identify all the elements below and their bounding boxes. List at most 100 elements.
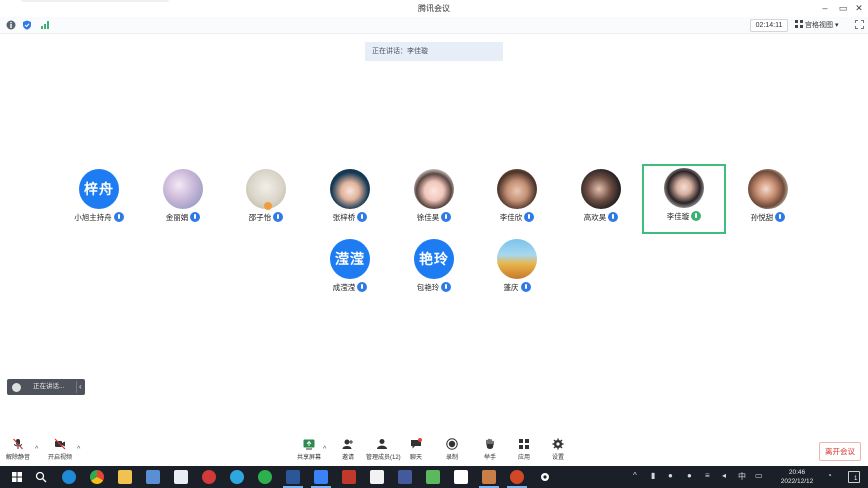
clock-date: 2022/12/12 — [780, 478, 814, 485]
participant-tile[interactable]: 滢滢 成滢滢 — [308, 236, 392, 306]
ime-indicator[interactable]: 中 — [738, 471, 746, 482]
settings-label: 设置 — [551, 455, 564, 461]
info-icon[interactable] — [6, 20, 16, 30]
participant-tile[interactable]: 徐佳昊 — [392, 166, 476, 236]
system-clock[interactable]: 20:46 2022/12/12 — [774, 468, 820, 486]
apps-grid-icon — [519, 439, 529, 449]
participant-tile[interactable]: 金丽娟 — [141, 166, 225, 236]
microphone-icon[interactable] — [273, 212, 284, 222]
browser-app-icon[interactable] — [454, 470, 468, 484]
wechat-tray-icon[interactable]: ● — [668, 471, 673, 480]
microphone-icon[interactable] — [441, 212, 452, 222]
participant-tile[interactable]: 梓舟 小旭主持舟 — [57, 166, 141, 236]
mute-label: 解除静音 — [5, 455, 30, 461]
edge-browser-icon[interactable] — [62, 470, 76, 484]
share-screen-button[interactable]: 共享屏幕 — [293, 438, 325, 464]
title-bar: 腾讯会议 – ▭ ✕ — [0, 0, 868, 17]
participant-name: 李佳欣 — [499, 213, 523, 222]
microphone-icon[interactable] — [113, 212, 124, 222]
notification-count: 1 — [854, 476, 858, 482]
wechat-icon[interactable] — [258, 470, 272, 484]
network-icon[interactable]: ≡ — [705, 471, 710, 480]
speaker-mini-panel[interactable]: 正在讲话... ‹ — [7, 379, 85, 395]
volume-icon[interactable]: ◂ — [722, 471, 726, 480]
record-icon — [446, 438, 458, 450]
download-app-icon[interactable] — [398, 470, 412, 484]
word-icon[interactable] — [283, 470, 303, 488]
signal-icon[interactable] — [40, 20, 50, 30]
settings-app-icon[interactable] — [538, 470, 552, 484]
collapse-chevron-icon[interactable]: ‹ — [79, 379, 82, 395]
netease-music-icon[interactable] — [202, 470, 216, 484]
participant-name: 邵子怡 — [248, 213, 272, 222]
microphone-icon[interactable] — [608, 212, 619, 222]
settings-button[interactable]: 设置 — [542, 438, 574, 464]
invite-button[interactable]: 邀请 — [332, 438, 364, 464]
participant-name: 成滢滢 — [332, 283, 356, 292]
video-button[interactable]: 开启视频 — [44, 438, 76, 464]
chrome-browser-icon[interactable] — [90, 470, 104, 484]
active-speaker-tile[interactable]: 李佳璇 — [642, 164, 726, 234]
participant-tile[interactable]: 艳玲 包艳玲 — [392, 236, 476, 306]
participant-tile[interactable]: 张梓桥 — [308, 166, 392, 236]
apps-button[interactable]: 应用 — [508, 438, 540, 464]
microphone-icon[interactable] — [524, 212, 535, 222]
view-switch-button[interactable]: 宫格视图 ▾ — [795, 19, 851, 32]
participant-tile[interactable]: 蓬庆 — [475, 236, 559, 306]
chat-button[interactable]: 聊天 — [400, 438, 432, 464]
notification-center-icon[interactable]: 1 — [848, 471, 860, 483]
minimize-icon[interactable]: – — [818, 1, 832, 15]
app-tray-icon[interactable]: ◔ — [827, 471, 832, 480]
tencent-meeting-icon[interactable] — [311, 470, 331, 488]
media-app-icon[interactable] — [479, 470, 499, 488]
record-label: 录制 — [445, 455, 458, 461]
participant-tile[interactable]: 李佳欣 — [475, 166, 559, 236]
chat-label: 聊天 — [409, 455, 422, 461]
avatar — [497, 169, 537, 209]
document-app-icon[interactable] — [370, 470, 384, 484]
file-explorer-icon[interactable] — [118, 470, 132, 484]
participant-tile[interactable]: 邵子怡 — [224, 166, 308, 236]
avatar — [330, 169, 370, 209]
meeting-window: 腾讯会议 – ▭ ✕ 02:14:11 宫格视图 ▾ 正在讲话：李佳璇 梓舟 小… — [0, 0, 868, 488]
microphone-icon[interactable] — [775, 212, 786, 222]
powerpoint-icon[interactable] — [507, 470, 527, 488]
qq-icon[interactable] — [230, 470, 244, 484]
mute-options-caret-icon[interactable]: ^ — [35, 446, 38, 453]
mute-button[interactable]: 解除静音 — [2, 438, 34, 464]
microphone-icon[interactable] — [357, 212, 368, 222]
microphone-icon[interactable] — [520, 282, 531, 292]
ime-mode-icon[interactable]: ▭ — [755, 471, 763, 480]
raise-hand-button[interactable]: 举手 — [474, 438, 506, 464]
maximize-icon[interactable]: ▭ — [836, 1, 850, 15]
qq-tray-icon[interactable]: ● — [687, 471, 692, 480]
record-button[interactable]: 录制 — [436, 438, 468, 464]
participant-name: 张梓桥 — [332, 213, 356, 222]
search-icon[interactable] — [34, 470, 48, 484]
fullscreen-icon[interactable] — [855, 20, 864, 29]
clock-time: 20:46 — [788, 469, 806, 476]
speaking-banner: 正在讲话：李佳璇 — [365, 42, 503, 61]
battery-icon[interactable]: ▮ — [651, 471, 655, 480]
calculator-icon[interactable] — [146, 470, 160, 484]
shield-icon[interactable] — [22, 20, 32, 30]
leave-meeting-button[interactable]: 离开会议 — [819, 442, 861, 461]
gear-icon — [552, 438, 564, 450]
photos-app-icon[interactable] — [174, 470, 188, 484]
microphone-icon[interactable] — [441, 282, 452, 292]
microphone-icon[interactable] — [691, 211, 702, 221]
close-icon[interactable]: ✕ — [852, 1, 866, 15]
microphone-icon[interactable] — [190, 212, 201, 222]
manage-members-button[interactable]: 管理成员(12) — [366, 438, 401, 464]
microphone-icon[interactable] — [357, 282, 368, 292]
avatar — [163, 169, 203, 209]
share-options-caret-icon[interactable]: ^ — [323, 446, 326, 453]
app-icon[interactable] — [342, 470, 356, 484]
avatar — [497, 239, 537, 279]
windows-start-icon[interactable] — [10, 470, 24, 484]
tray-expand-icon[interactable]: ^ — [633, 471, 637, 480]
video-options-caret-icon[interactable]: ^ — [77, 446, 80, 453]
participant-tile[interactable]: 高欢昊 — [559, 166, 643, 236]
game-app-icon[interactable] — [426, 470, 440, 484]
participant-tile[interactable]: 孙悦甜 — [726, 166, 810, 236]
